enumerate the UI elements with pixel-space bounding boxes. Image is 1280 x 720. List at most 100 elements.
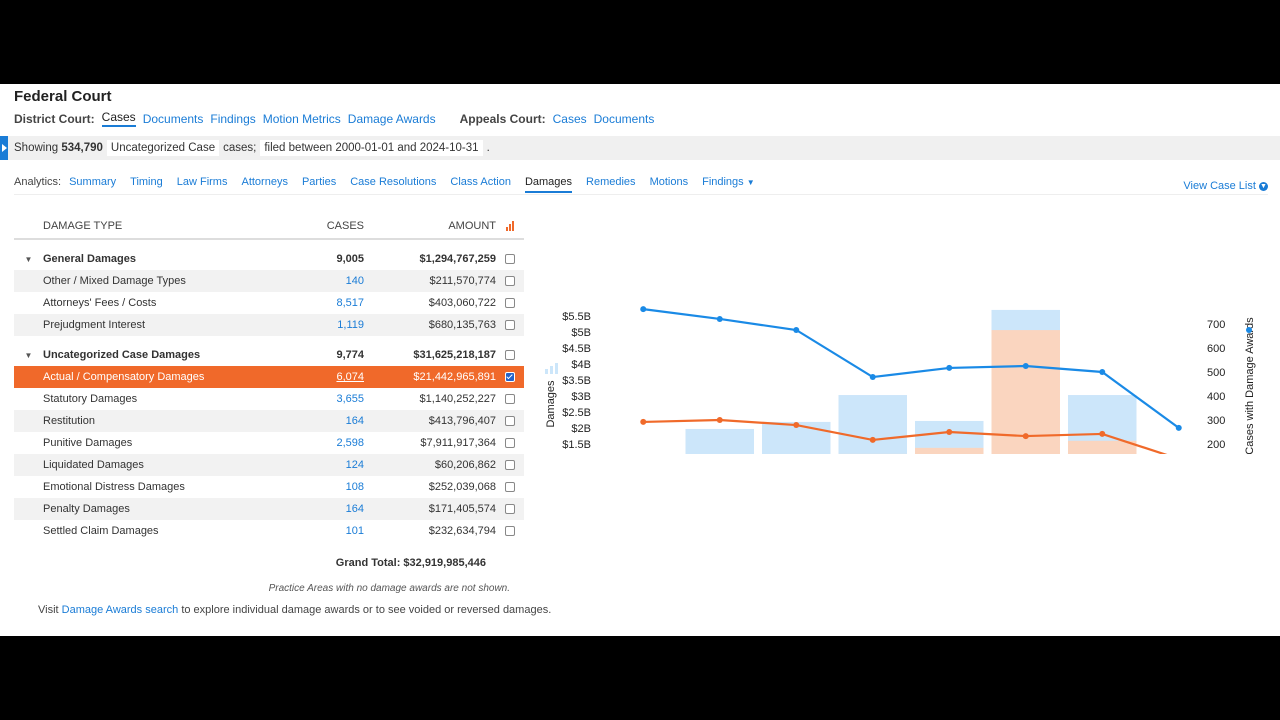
row-checkbox[interactable] <box>505 460 515 471</box>
bar-total[interactable] <box>685 428 755 454</box>
table-row[interactable]: Punitive Damages 2,598 $7,911,917,364 <box>14 432 524 454</box>
analytics-tab-remedies[interactable]: Remedies <box>586 176 636 194</box>
row-checkbox[interactable] <box>505 482 515 493</box>
amount: $232,634,794 <box>428 525 496 537</box>
view-case-list-link[interactable]: View Case List ▼ <box>1183 180 1268 192</box>
chart-type-icon[interactable] <box>545 369 548 374</box>
analytics-tab-summary[interactable]: Summary <box>69 176 116 194</box>
y2-tick-label: 600 <box>1207 343 1225 355</box>
filter-toggle-arrow-icon[interactable] <box>0 136 8 160</box>
line-selected-point[interactable] <box>1099 430 1106 437</box>
line-total-point[interactable] <box>1099 369 1106 375</box>
table-row[interactable]: Penalty Damages 164 $171,405,574 <box>14 498 524 520</box>
cases-link[interactable]: 101 <box>346 525 364 537</box>
group-checkbox[interactable] <box>505 350 515 361</box>
arrow-down-circle-icon: ▼ <box>1259 181 1268 191</box>
group-checkbox[interactable] <box>505 254 515 265</box>
line-total-point[interactable] <box>869 374 876 381</box>
table-row[interactable]: Statutory Damages 3,655 $1,140,252,227 <box>14 388 524 410</box>
table-group-row[interactable]: ▼ General Damages 9,005 $1,294,767,259 <box>14 248 524 270</box>
filter-chip-case-type[interactable]: Uncategorized Case <box>106 140 220 156</box>
bar-chart-icon[interactable] <box>506 221 514 232</box>
damage-awards-search-link[interactable]: Damage Awards search <box>62 604 179 616</box>
damage-type-name: Other / Mixed Damage Types <box>43 275 186 287</box>
row-checkbox[interactable] <box>505 320 515 331</box>
analytics-tab-damages[interactable]: Damages <box>524 176 573 193</box>
row-checkbox[interactable] <box>505 276 515 287</box>
line-total-point[interactable] <box>1175 424 1182 431</box>
group-amount: $31,625,218,187 <box>413 349 496 361</box>
table-row[interactable]: Actual / Compensatory Damages 6,074 $21,… <box>14 366 524 388</box>
chart-type-icon[interactable] <box>555 363 558 374</box>
amount: $403,060,722 <box>428 297 496 309</box>
table-group-row[interactable]: ▼ Uncategorized Case Damages 9,774 $31,6… <box>14 344 524 366</box>
analytics-tab-law-firms[interactable]: Law Firms <box>177 176 228 194</box>
district-tab-findings[interactable]: Findings <box>210 112 255 126</box>
line-total-point[interactable] <box>793 327 800 333</box>
analytics-tab-findings[interactable]: Findings ▼ <box>702 176 755 194</box>
filter-bar: Showing 534,790 Uncategorized Case cases… <box>0 136 1280 160</box>
cases-link[interactable]: 6,074 <box>336 371 364 383</box>
row-checkbox[interactable] <box>505 526 515 537</box>
table-row[interactable]: Liquidated Damages 124 $60,206,862 <box>14 454 524 476</box>
filter-chip-date-range[interactable]: filed between 2000-01-01 and 2024-10-31 <box>260 140 483 156</box>
cases-link[interactable]: 1,119 <box>337 319 364 331</box>
district-tab-cases[interactable]: Cases <box>101 110 136 127</box>
table-row[interactable]: Other / Mixed Damage Types 140 $211,570,… <box>14 270 524 292</box>
analytics-tab-case-resolutions[interactable]: Case Resolutions <box>350 176 436 194</box>
analytics-tab-timing[interactable]: Timing <box>130 176 163 194</box>
cases-link[interactable]: 164 <box>346 503 364 515</box>
cases-link[interactable]: 108 <box>346 481 364 493</box>
damages-chart: $0$500M$1B$1.5B$2B$2.5B$3B$3.5B$4B$4.5B$… <box>545 306 1256 454</box>
line-selected-point[interactable] <box>793 422 800 429</box>
cases-link[interactable]: 164 <box>346 415 364 427</box>
line-total-point[interactable] <box>946 364 953 371</box>
line-selected-point[interactable] <box>640 418 647 425</box>
cases-link[interactable]: 2,598 <box>336 437 364 449</box>
cases-link[interactable]: 8,517 <box>336 297 364 309</box>
row-checkbox[interactable] <box>505 298 515 309</box>
visit-post: to explore individual damage awards or t… <box>181 604 552 616</box>
header-amount[interactable]: AMOUNT <box>364 220 496 232</box>
y2-tick-label: 500 <box>1207 367 1225 379</box>
line-selected-point[interactable] <box>1022 433 1029 440</box>
table-row[interactable]: Attorneys' Fees / Costs 8,517 $403,060,7… <box>14 292 524 314</box>
analytics-tab-motions[interactable]: Motions <box>650 176 689 194</box>
row-checkbox[interactable] <box>505 504 515 515</box>
line-selected-point[interactable] <box>869 436 876 443</box>
collapse-caret-icon[interactable]: ▼ <box>14 351 43 360</box>
table-row[interactable]: Restitution 164 $413,796,407 <box>14 410 524 432</box>
line-total-point[interactable] <box>1022 363 1029 369</box>
group-amount: $1,294,767,259 <box>419 253 496 265</box>
y-tick-label: $2.5B <box>562 407 591 419</box>
appeals-tab-cases[interactable]: Cases <box>553 112 587 126</box>
bar-total[interactable] <box>838 395 908 454</box>
analytics-tab-class-action[interactable]: Class Action <box>450 176 511 194</box>
header-cases[interactable]: CASES <box>284 220 364 232</box>
line-total-point[interactable] <box>716 315 723 322</box>
chart-type-icon[interactable] <box>550 366 553 374</box>
table-row[interactable]: Settled Claim Damages 101 $232,634,794 <box>14 520 524 542</box>
cases-link[interactable]: 140 <box>346 275 364 287</box>
table-row[interactable]: Emotional Distress Damages 108 $252,039,… <box>14 476 524 498</box>
row-checkbox[interactable] <box>505 372 515 383</box>
cases-link[interactable]: 124 <box>346 459 364 471</box>
row-checkbox[interactable] <box>505 416 515 427</box>
header-damage-type[interactable]: DAMAGE TYPE <box>43 220 284 232</box>
analytics-tab-parties[interactable]: Parties <box>302 176 336 194</box>
table-row[interactable]: Prejudgment Interest 1,119 $680,135,763 <box>14 314 524 336</box>
row-checkbox[interactable] <box>505 394 515 405</box>
line-total-point[interactable] <box>640 306 647 313</box>
appeals-tab-documents[interactable]: Documents <box>594 112 655 126</box>
row-checkbox[interactable] <box>505 438 515 449</box>
bar-selected[interactable] <box>915 447 984 454</box>
district-tab-motion-metrics[interactable]: Motion Metrics <box>263 112 341 126</box>
cases-link[interactable]: 3,655 <box>336 393 364 405</box>
line-selected-point[interactable] <box>946 429 953 435</box>
district-tab-damage-awards[interactable]: Damage Awards <box>348 112 436 126</box>
damage-type-name: Attorneys' Fees / Costs <box>43 297 157 309</box>
collapse-caret-icon[interactable]: ▼ <box>14 255 43 264</box>
line-selected-point[interactable] <box>716 417 723 423</box>
district-tab-documents[interactable]: Documents <box>143 112 204 126</box>
analytics-tab-attorneys[interactable]: Attorneys <box>241 176 287 194</box>
